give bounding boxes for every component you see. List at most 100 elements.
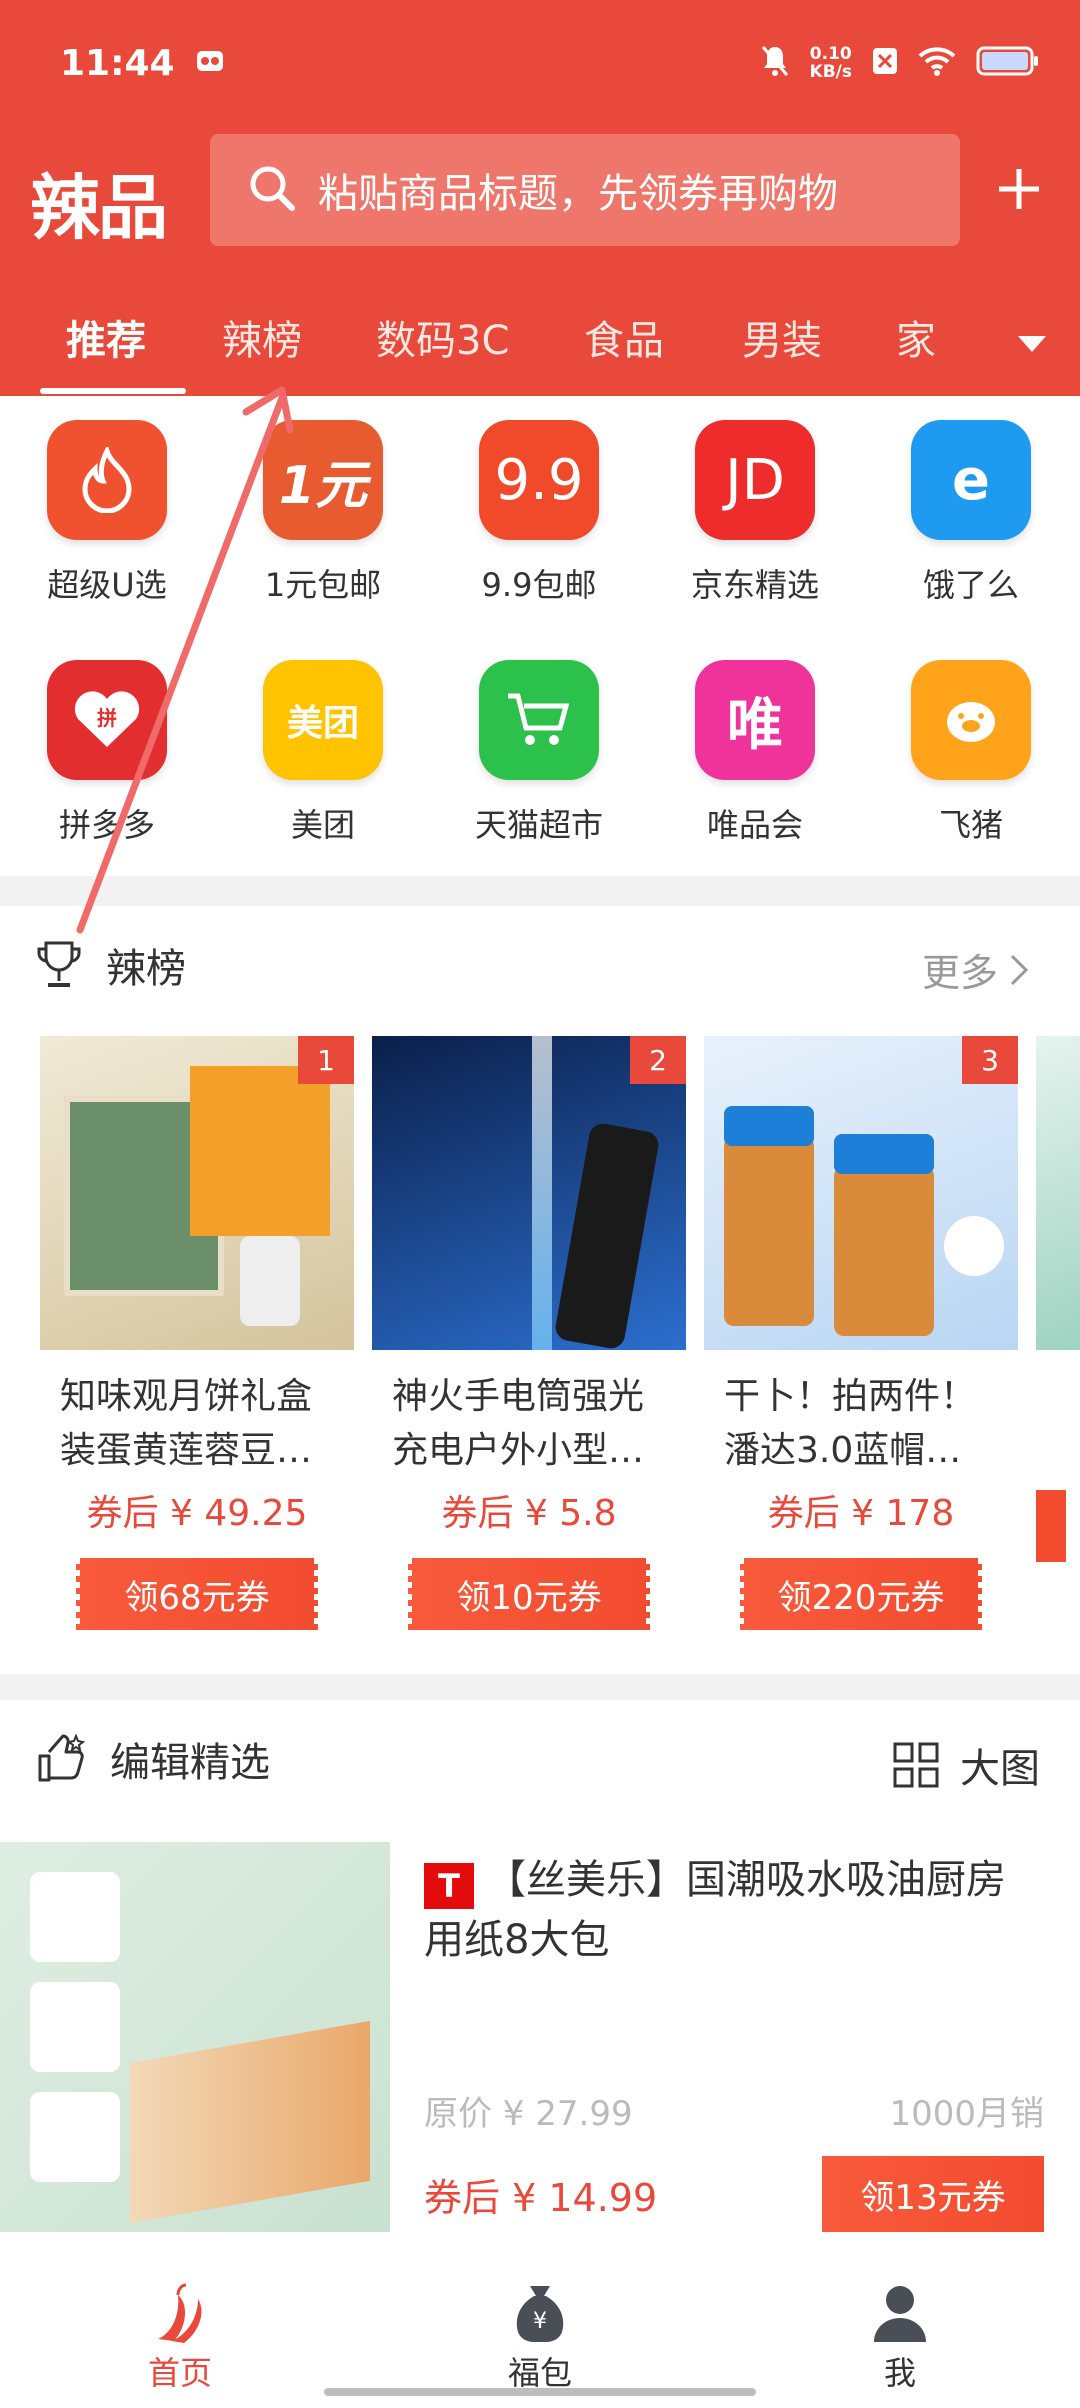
hot-item-card[interactable]: 2 神火手电筒强光充电户外小型… 券后 ¥ 5.8 领10元券 — [372, 1036, 686, 1630]
thumbs-up-icon — [38, 1734, 86, 1782]
claim-coupon-button[interactable]: 领220元券 — [734, 1558, 988, 1630]
product-name: 知味观月饼礼盒装蛋黄莲蓉豆… — [60, 1376, 313, 1471]
quick-link-label: 拼多多 — [58, 806, 155, 844]
quick-link-label: 唯品会 — [706, 806, 803, 844]
product-price: 券后 ¥ 178 — [767, 1493, 955, 1534]
quick-links-grid: 超级U选 1元 1元包邮 9.9 9.9包邮 JD 京东精选 e 饿了么 拼 拼… — [0, 396, 1080, 876]
quick-link-label: 天猫超市 — [474, 806, 603, 844]
quick-link-label: 美团 — [290, 806, 355, 844]
app-logo: 辣品 — [30, 166, 168, 249]
tab-menswear[interactable]: 男装 — [742, 308, 822, 366]
pick-item-price-row: 券后 ¥ 14.99 领13元券 — [424, 2156, 1044, 2232]
editor-picks-header: 编辑精选 — [36, 1730, 270, 1788]
add-button[interactable] — [984, 154, 1054, 224]
claim-coupon-button[interactable]: 领68元券 — [70, 1558, 324, 1630]
money-bag-icon: ¥ — [450, 2278, 630, 2348]
category-tabs: 推荐 辣榜 数码3C 食品 男装 家 — [0, 300, 1080, 396]
monthly-sales: 1000月销 — [889, 2094, 1044, 2134]
coupon-price: 券后 ¥ 14.99 — [424, 2175, 658, 2220]
jd-icon: JD — [695, 420, 815, 540]
product-image-tissue[interactable] — [0, 1842, 390, 2232]
network-speed-unit: KB/s — [809, 62, 852, 82]
claim-coupon-button[interactable]: 领10元券 — [402, 1558, 656, 1630]
hot-list-title: 辣榜 — [106, 946, 186, 992]
active-tab-indicator — [40, 388, 186, 394]
search-icon — [246, 162, 298, 218]
battery-icon — [976, 45, 1040, 82]
grid-icon — [893, 1742, 939, 1788]
vipshop-icon: 唯 — [695, 660, 815, 780]
quick-link-jd[interactable]: JD 京东精选 — [650, 420, 860, 606]
product-price: 券后 ¥ 49.25 — [86, 1493, 308, 1534]
tab-food[interactable]: 食品 — [584, 308, 664, 366]
tab-recommend[interactable]: 推荐 — [66, 308, 146, 366]
hot-list-header: 辣榜 — [36, 936, 186, 994]
quick-link-label: 超级U选 — [47, 566, 167, 604]
claim-coupon-button-partial[interactable] — [1036, 1490, 1066, 1562]
pick-item-meta: 原价 ¥ 27.99 1000月销 — [424, 2086, 1044, 2135]
quick-link-label: 饿了么 — [922, 566, 1019, 604]
nav-home[interactable]: 首页 — [90, 2278, 270, 2394]
more-label: 更多 — [921, 951, 998, 995]
screen-record-icon — [195, 47, 225, 79]
tmall-badge-icon: T — [424, 1863, 474, 1909]
big-image-toggle[interactable]: 大图 — [892, 1736, 1040, 1794]
bottom-navigation: 首页 ¥ 福包 我 — [0, 2256, 1080, 2408]
hot-item-card-partial[interactable] — [1036, 1036, 1080, 1562]
pick-item-title-text: 【丝美乐】国潮吸水吸油厨房用纸8大包 — [424, 1857, 1006, 1963]
eleme-icon: e — [911, 420, 1031, 540]
quick-link-meituan[interactable]: 美团 美团 — [218, 660, 428, 846]
product-image-flashlight: 2 — [372, 1036, 686, 1350]
hot-item-card[interactable]: 1 知味观月饼礼盒装蛋黄莲蓉豆… 券后 ¥ 49.25 领68元券 — [40, 1036, 354, 1630]
quick-link-label: 飞猪 — [938, 806, 1003, 844]
hot-list-more-link[interactable]: 更多 — [922, 942, 1030, 997]
quick-link-vipshop[interactable]: 唯 唯品会 — [650, 660, 860, 846]
rank-badge: 3 — [962, 1036, 1018, 1084]
tmall-supermarket-icon — [479, 660, 599, 780]
big-image-label: 大图 — [960, 1746, 1040, 1792]
status-bar: 11:44 0.10 KB/s — [60, 38, 1040, 88]
quick-link-one-yuan[interactable]: 1元 1元包邮 — [218, 420, 428, 606]
tab-hot-list[interactable]: 辣榜 — [222, 308, 302, 366]
quick-link-super-u[interactable]: 超级U选 — [2, 420, 212, 606]
pick-item-info[interactable]: T 【丝美乐】国潮吸水吸油厨房用纸8大包 — [424, 1850, 1044, 1970]
claim-coupon-button[interactable]: 领13元券 — [822, 2156, 1044, 2232]
quick-link-eleme[interactable]: e 饿了么 — [866, 420, 1076, 606]
app-header: 11:44 0.10 KB/s 辣品 粘贴商品标题，先领券再购物 推荐 辣榜 数… — [0, 0, 1080, 396]
product-price: 券后 ¥ 5.8 — [441, 1493, 617, 1534]
caret-down-icon — [1018, 336, 1046, 352]
search-bar[interactable]: 粘贴商品标题，先领券再购物 — [210, 134, 960, 246]
quick-link-tmall-supermarket[interactable]: 天猫超市 — [434, 660, 644, 846]
product-image-lotion: 3 — [704, 1036, 1018, 1350]
product-name: 干卜！拍两件！潘达3.0蓝帽… — [724, 1376, 977, 1471]
hot-item-card[interactable]: 3 干卜！拍两件！潘达3.0蓝帽… 券后 ¥ 178 领220元券 — [704, 1036, 1018, 1630]
wifi-icon — [918, 46, 956, 81]
quick-link-nine-nine[interactable]: 9.9 9.9包邮 — [434, 420, 644, 606]
tabs-expand-button[interactable] — [1012, 324, 1052, 368]
svg-text:¥: ¥ — [533, 2309, 547, 2334]
quick-link-fliggy[interactable]: 飞猪 — [866, 660, 1076, 846]
trophy-icon — [37, 941, 81, 987]
network-speed: 0.10 KB/s — [810, 45, 852, 81]
sim-x-icon — [872, 47, 898, 80]
search-placeholder: 粘贴商品标题，先领券再购物 — [318, 171, 838, 217]
chevron-right-icon — [1010, 954, 1029, 985]
network-speed-value: 0.10 — [809, 44, 852, 64]
pick-item-title: T 【丝美乐】国潮吸水吸油厨房用纸8大包 — [424, 1850, 1044, 1970]
rank-badge: 2 — [630, 1036, 686, 1084]
quick-link-pinduoduo[interactable]: 拼 拼多多 — [2, 660, 212, 846]
tab-digital-3c[interactable]: 数码3C — [376, 308, 509, 366]
mute-icon — [760, 44, 790, 83]
pinduoduo-icon: 拼 — [47, 660, 167, 780]
user-icon — [810, 2278, 990, 2348]
flame-icon — [47, 420, 167, 540]
nav-lucky-bag[interactable]: ¥ 福包 — [450, 2278, 630, 2394]
fliggy-icon — [911, 660, 1031, 780]
rank-badge: 1 — [298, 1036, 354, 1084]
nav-me[interactable]: 我 — [810, 2278, 990, 2394]
editor-picks-title: 编辑精选 — [110, 1740, 270, 1786]
status-time: 11:44 — [60, 42, 175, 84]
nav-me-label: 我 — [883, 2354, 916, 2392]
editor-picks-section: 编辑精选 大图 T 【丝美乐】国潮吸水吸油厨房用纸8大包 原价 ¥ 27.99 1… — [0, 1700, 1080, 2260]
tab-home[interactable]: 家 — [896, 308, 936, 366]
